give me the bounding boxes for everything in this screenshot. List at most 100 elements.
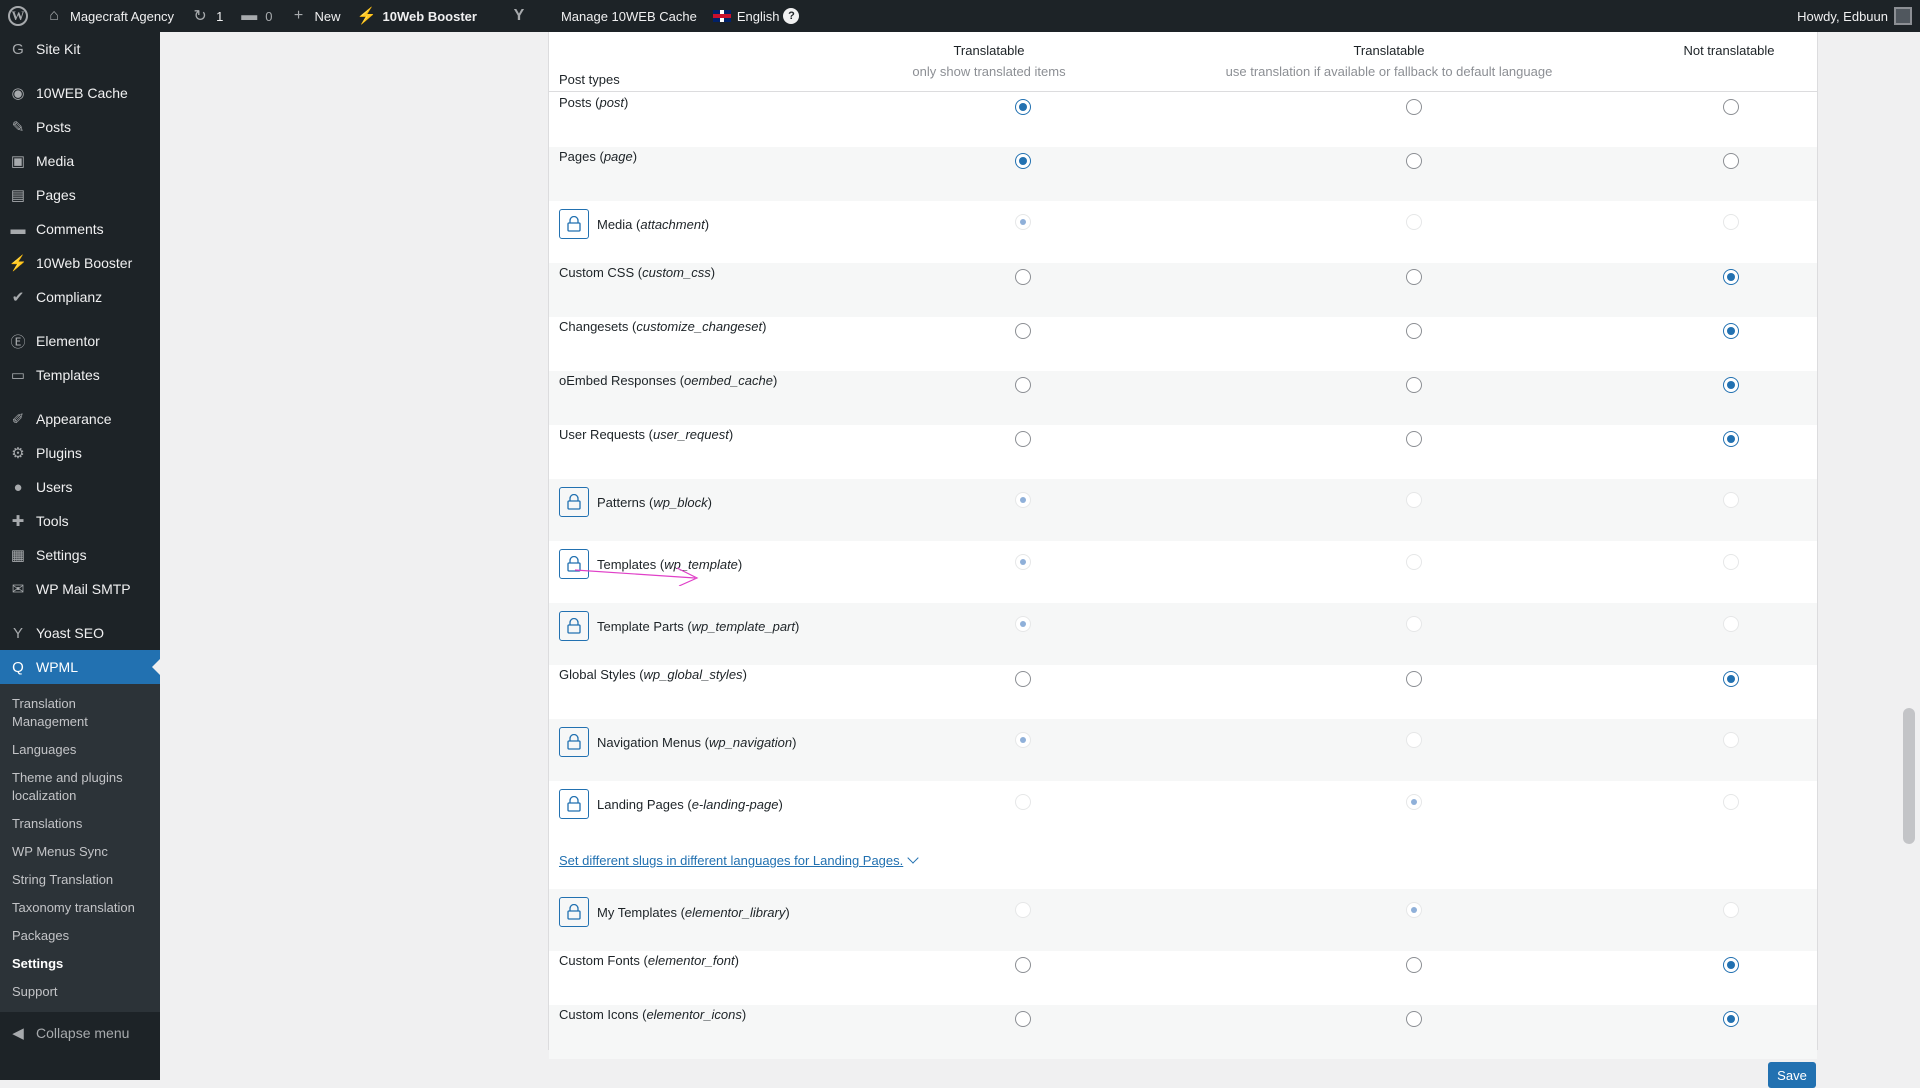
wordpress-logo-button[interactable]: W [0, 0, 36, 32]
post-type-name: oEmbed Responses [559, 373, 677, 388]
submenu-item-taxonomy-translation[interactable]: Taxonomy translation [0, 894, 160, 922]
sidebar-item-appearance[interactable]: ✐ Appearance [0, 402, 160, 436]
not-translatable-radio[interactable] [1723, 99, 1739, 115]
translatable-only-radio[interactable] [1015, 99, 1031, 115]
sidebar-item-10web-cache[interactable]: ◉ 10WEB Cache [0, 76, 160, 110]
lock-icon[interactable] [559, 789, 589, 819]
new-content-link[interactable]: + New [281, 0, 349, 32]
not-translatable-radio[interactable] [1723, 323, 1739, 339]
yoast-link[interactable]: Y [501, 0, 543, 32]
submenu-item-languages[interactable]: Languages [0, 736, 160, 764]
sidebar-item-wpml[interactable]: Q WPML [0, 650, 160, 684]
sidebar-item-site-kit[interactable]: G Site Kit [0, 32, 160, 66]
not-translatable-radio[interactable] [1723, 671, 1739, 687]
sidebar-item-pages[interactable]: ▤ Pages [0, 178, 160, 212]
submenu-item-translations[interactable]: Translations [0, 810, 160, 838]
submenu-item-string-translation[interactable]: String Translation [0, 866, 160, 894]
translatable-fallback-radio[interactable] [1406, 269, 1422, 285]
lock-icon[interactable] [559, 487, 589, 517]
paren: ( [676, 904, 685, 920]
lock-icon[interactable] [559, 611, 589, 641]
not-translatable-radio[interactable] [1723, 153, 1739, 169]
lock-icon[interactable] [559, 209, 589, 239]
help-icon[interactable]: ? [783, 8, 800, 24]
submenu-item-translation-management[interactable]: Translation Management [0, 690, 160, 736]
not-translatable-radio[interactable] [1723, 431, 1739, 447]
not-translatable-radio[interactable] [1723, 377, 1739, 393]
sidebar-item-yoast-seo[interactable]: Y Yoast SEO [0, 616, 160, 650]
plugins-icon: ⚙ [11, 445, 25, 462]
not-translatable-radio[interactable] [1723, 1011, 1739, 1027]
submenu-item-settings[interactable]: Settings [0, 950, 160, 978]
translatable-only-radio[interactable] [1015, 323, 1031, 339]
translatable-fallback-radio[interactable] [1406, 1011, 1422, 1027]
post-type-name: Media [597, 216, 633, 232]
site-name-link[interactable]: ⌂ Magecraft Agency [36, 0, 182, 32]
not-translatable-radio[interactable] [1723, 269, 1739, 285]
updates-link[interactable]: ↻ 1 [182, 0, 231, 32]
post-type-name: Patterns [597, 494, 646, 510]
media-icon: ▣ [10, 153, 26, 170]
submenu-item-support[interactable]: Support [0, 978, 160, 1006]
booster-link[interactable]: ⚡ 10Web Booster [349, 0, 485, 32]
my-account-link[interactable]: Howdy, Edbuun [1789, 0, 1920, 32]
not-translatable-radio[interactable] [1723, 957, 1739, 973]
sidebar-item-users[interactable]: ● Users [0, 470, 160, 504]
sidebar-item-wp-mail-smtp[interactable]: ✉ WP Mail SMTP [0, 572, 160, 606]
sidebar-item-elementor[interactable]: Ⓔ Elementor [0, 324, 160, 358]
sidebar-item-tools[interactable]: ✚ Tools [0, 504, 160, 538]
translatable-fallback-radio[interactable] [1406, 99, 1422, 115]
sidebar-item-10web-booster[interactable]: ⚡ 10Web Booster [0, 246, 160, 280]
sidebar-item-comments[interactable]: ▬ Comments [0, 212, 160, 246]
translatable-fallback-radio [1406, 214, 1422, 230]
page-scrollbar[interactable] [1903, 708, 1915, 844]
collapse-label: Collapse menu [36, 1025, 130, 1041]
language-switcher[interactable]: English? [705, 0, 808, 32]
sidebar-item-complianz[interactable]: ✔ Complianz [0, 280, 160, 314]
comments-link[interactable]: ▬ 0 [231, 0, 280, 32]
landing-pages-slug-link[interactable]: Set different slugs in different languag… [559, 852, 919, 868]
submenu-item-wp-menus-sync[interactable]: WP Menus Sync [0, 838, 160, 866]
translatable-fallback-radio[interactable] [1406, 153, 1422, 169]
translatable-only-radio[interactable] [1015, 1011, 1031, 1027]
translatable-fallback-radio[interactable] [1406, 323, 1422, 339]
sidebar-item-settings[interactable]: ▦ Settings [0, 538, 160, 572]
post-type-name: Custom Fonts [559, 953, 640, 968]
table-row: Media (attachment) [549, 201, 1817, 263]
translatable-only-radio[interactable] [1015, 957, 1031, 973]
post-type-slug: wp_block [653, 494, 708, 510]
posts-icon: ✎ [11, 119, 25, 136]
comments-icon: ▬ [10, 220, 26, 238]
paren: ( [634, 265, 643, 280]
translatable-only-radio[interactable] [1015, 431, 1031, 447]
sidebar-item-posts[interactable]: ✎ Posts [0, 110, 160, 144]
translatable-fallback-radio [1406, 554, 1422, 570]
submenu-item-theme-and-plugins-localization[interactable]: Theme and plugins localization [0, 764, 160, 810]
sidebar-item-label: Complianz [36, 289, 103, 305]
menu-separator [0, 314, 160, 324]
translatable-only-radio[interactable] [1015, 671, 1031, 687]
translatable-fallback-radio[interactable] [1406, 957, 1422, 973]
sidebar-item-templates[interactable]: ▭ Templates [0, 358, 160, 392]
translatable-only-radio[interactable] [1015, 153, 1031, 169]
paren: ) [737, 556, 743, 572]
translatable-fallback-radio [1406, 794, 1422, 810]
translatable-fallback-radio[interactable] [1406, 377, 1422, 393]
lock-icon[interactable] [559, 727, 589, 757]
collapse-menu-button[interactable]: ◀ Collapse menu [0, 1016, 160, 1050]
manage-cache-link[interactable]: Manage 10WEB Cache [553, 0, 705, 32]
translatable-only-radio [1015, 492, 1031, 508]
lock-icon[interactable] [559, 897, 589, 927]
submenu-item-packages[interactable]: Packages [0, 922, 160, 950]
post-type-label: User Requests (user_request) [559, 427, 733, 442]
col3-title: Not translatable [1683, 43, 1775, 58]
paren: ) [734, 953, 739, 968]
sidebar-item-media[interactable]: ▣ Media [0, 144, 160, 178]
not-translatable-radio [1723, 616, 1739, 632]
translatable-only-radio[interactable] [1015, 377, 1031, 393]
translatable-only-radio[interactable] [1015, 269, 1031, 285]
sidebar-item-plugins[interactable]: ⚙ Plugins [0, 436, 160, 470]
save-button[interactable]: Save [1768, 1062, 1816, 1088]
translatable-fallback-radio[interactable] [1406, 431, 1422, 447]
translatable-fallback-radio[interactable] [1406, 671, 1422, 687]
